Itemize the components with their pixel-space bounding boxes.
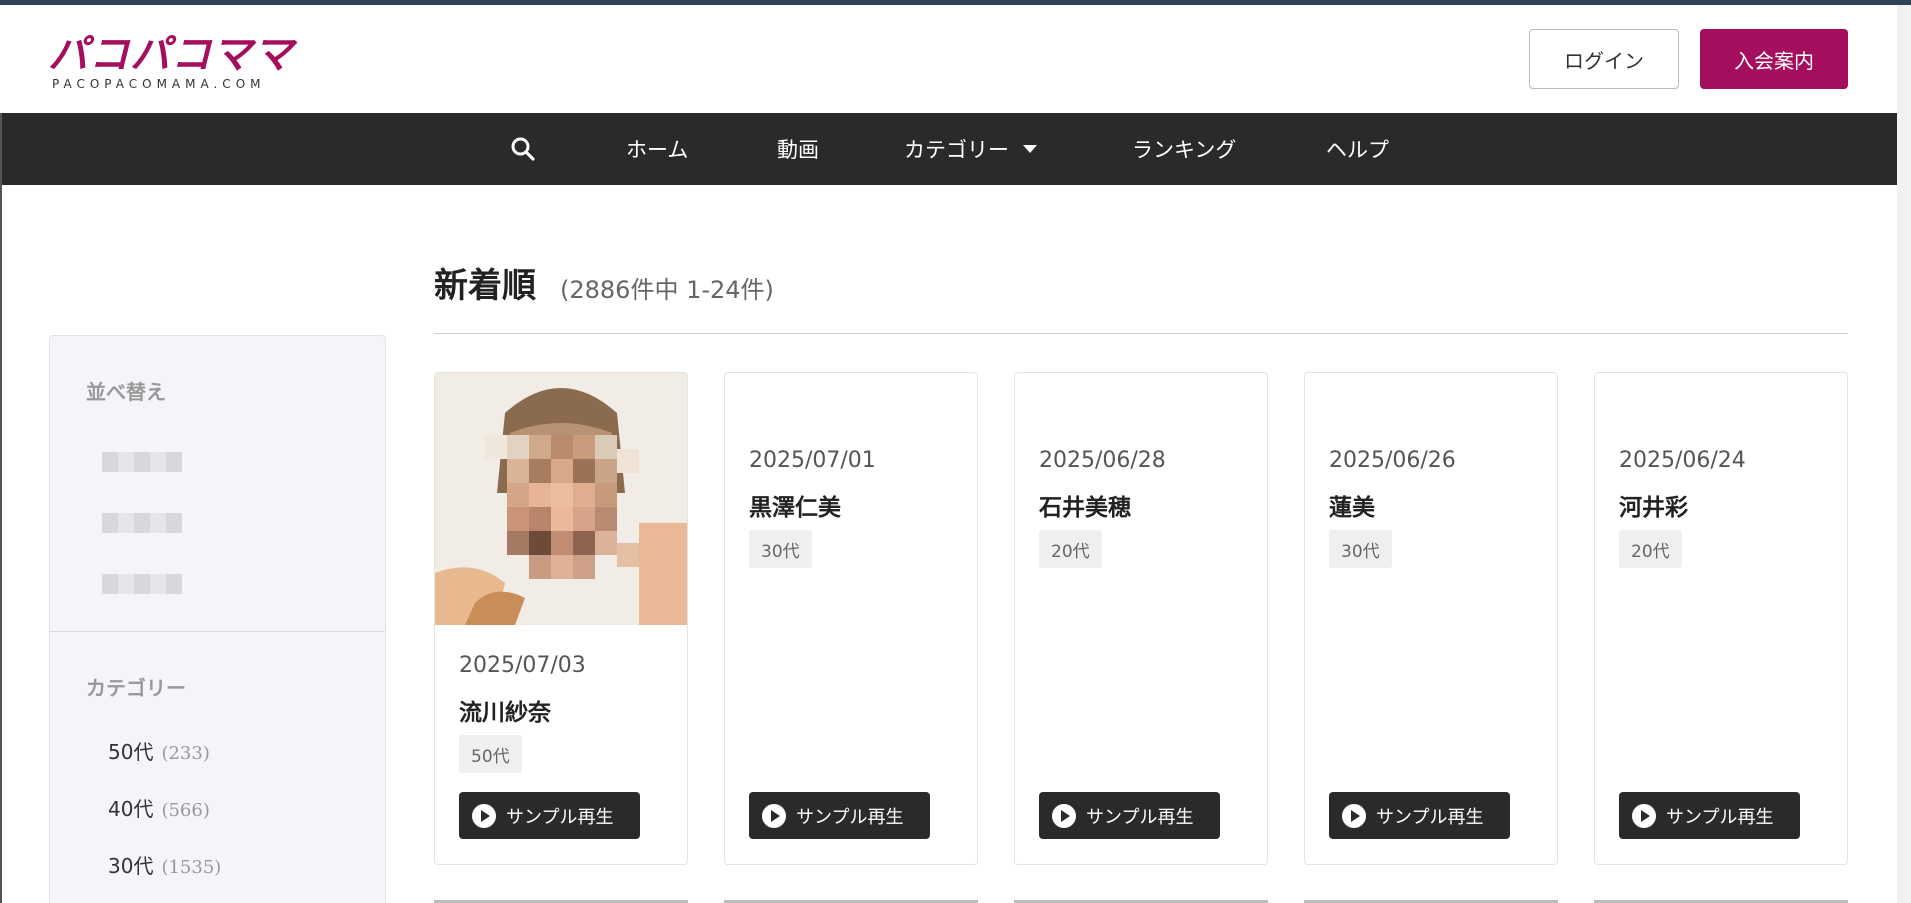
- title-divider: [434, 333, 1848, 334]
- video-card[interactable]: 2025/06/28 石井美穂 20代 サンプル再生: [1014, 372, 1268, 865]
- category-item-30s[interactable]: 30代 (1535): [108, 850, 221, 879]
- card-title[interactable]: 流川紗奈: [459, 693, 551, 727]
- sidebar: 並べ替え カテゴリー 50代 (233) 40代 (566) 30代 (1535): [49, 335, 386, 903]
- sidebar-divider: [50, 631, 385, 632]
- sample-play-label: サンプル再生: [1666, 806, 1774, 828]
- age-tag[interactable]: 30代: [749, 530, 812, 568]
- category-label: 50代: [108, 740, 154, 764]
- play-icon: [1632, 803, 1656, 828]
- logo-domain: PACOPACOMAMA.COM: [52, 77, 266, 91]
- card-title[interactable]: 河井彩: [1619, 488, 1688, 522]
- nav-label: ランキング: [1132, 138, 1237, 162]
- sample-play-button[interactable]: サンプル再生: [749, 792, 930, 839]
- pixelated-thumbnail-image: [435, 373, 687, 625]
- age-tag[interactable]: 20代: [1039, 530, 1102, 568]
- card-date: 2025/07/03: [459, 653, 586, 678]
- category-count: (233): [161, 743, 210, 764]
- sample-play-label: サンプル再生: [796, 806, 904, 828]
- card-title[interactable]: 蓮美: [1329, 488, 1375, 522]
- logo-wordmark: パコパコママ: [48, 32, 294, 78]
- category-count: (566): [161, 800, 210, 821]
- card-title[interactable]: 石井美穂: [1039, 488, 1131, 522]
- video-card[interactable]: 2025/07/03 流川紗奈 50代 サンプル再生: [434, 372, 688, 865]
- category-heading: カテゴリー: [86, 676, 186, 700]
- age-tag[interactable]: 50代: [459, 735, 522, 773]
- sort-option-blurred[interactable]: [102, 452, 182, 472]
- sort-heading: 並べ替え: [86, 380, 166, 404]
- nav-label: ホーム: [626, 138, 689, 162]
- category-item-40s[interactable]: 40代 (566): [108, 793, 210, 822]
- site-logo[interactable]: パコパコママ PACOPACOMAMA.COM: [48, 33, 294, 91]
- video-card[interactable]: 2025/07/01 黒澤仁美 30代 サンプル再生: [724, 372, 978, 865]
- sort-option-blurred[interactable]: [102, 513, 182, 533]
- nav-label: カテゴリー: [904, 138, 1009, 162]
- page-title: 新着順: [434, 266, 536, 306]
- sample-play-button[interactable]: サンプル再生: [1329, 792, 1510, 839]
- category-item-50s[interactable]: 50代 (233): [108, 736, 210, 765]
- sample-play-button[interactable]: サンプル再生: [1619, 792, 1800, 839]
- age-tag[interactable]: 20代: [1619, 530, 1682, 568]
- sample-play-button[interactable]: サンプル再生: [459, 792, 640, 839]
- category-label: 30代: [108, 854, 154, 878]
- sample-play-button[interactable]: サンプル再生: [1039, 792, 1220, 839]
- result-count: (2886件中 1-24件): [560, 276, 774, 304]
- video-card[interactable]: 2025/06/24 河井彩 20代 サンプル再生: [1594, 372, 1848, 865]
- sort-option-blurred[interactable]: [102, 574, 182, 594]
- main-nav: ホーム 動画 カテゴリー ランキング ヘルプ: [2, 113, 1897, 185]
- card-date: 2025/07/01: [749, 448, 876, 473]
- sample-play-label: サンプル再生: [1086, 806, 1194, 828]
- sample-play-label: サンプル再生: [1376, 806, 1484, 828]
- nav-item-help[interactable]: ヘルプ: [1326, 113, 1389, 185]
- login-button[interactable]: ログイン: [1529, 29, 1679, 89]
- site-header: パコパコママ PACOPACOMAMA.COM ログイン 入会案内: [0, 5, 1897, 113]
- nav-item-home[interactable]: ホーム: [626, 113, 688, 185]
- card-date: 2025/06/26: [1329, 448, 1456, 473]
- sample-play-label: サンプル再生: [506, 806, 614, 828]
- card-title[interactable]: 黒澤仁美: [749, 488, 841, 522]
- video-thumbnail[interactable]: [435, 373, 687, 625]
- join-button[interactable]: 入会案内: [1700, 29, 1848, 89]
- nav-label: ヘルプ: [1326, 138, 1389, 162]
- nav-item-ranking[interactable]: ランキング: [1132, 113, 1236, 185]
- age-tag[interactable]: 30代: [1329, 530, 1392, 568]
- card-date: 2025/06/28: [1039, 448, 1166, 473]
- video-card[interactable]: 2025/06/26 蓮美 30代 サンプル再生: [1304, 372, 1558, 865]
- category-count: (1535): [161, 857, 222, 878]
- search-button[interactable]: [510, 113, 536, 185]
- play-icon: [1342, 803, 1366, 828]
- search-icon: [511, 137, 535, 161]
- play-icon: [762, 803, 786, 828]
- nav-item-category[interactable]: カテゴリー: [904, 113, 1037, 185]
- play-icon: [1052, 803, 1076, 828]
- play-icon: [472, 803, 496, 828]
- scrollbar-track[interactable]: [1897, 5, 1911, 903]
- category-label: 40代: [108, 797, 154, 821]
- nav-item-videos[interactable]: 動画: [777, 113, 819, 185]
- nav-label: 動画: [777, 138, 819, 162]
- caret-down-icon: [1023, 145, 1037, 153]
- card-date: 2025/06/24: [1619, 448, 1746, 473]
